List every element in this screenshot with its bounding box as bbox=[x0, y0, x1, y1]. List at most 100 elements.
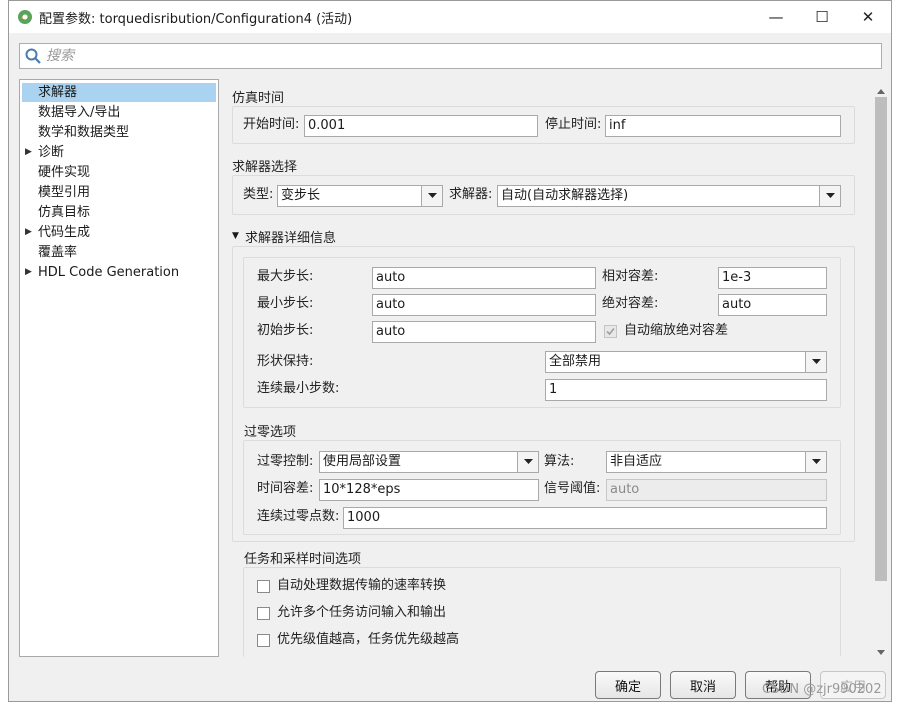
chevron-down-icon[interactable] bbox=[805, 352, 826, 372]
start-time-label: 开始时间: bbox=[243, 117, 300, 132]
search-icon bbox=[25, 48, 41, 68]
maximize-icon: ☐ bbox=[815, 8, 829, 26]
init-step-label: 初始步长: bbox=[257, 323, 314, 338]
solver-dropdown-value: 自动(自动求解器选择) bbox=[501, 188, 629, 203]
expand-arrow-icon[interactable]: ▶ bbox=[25, 223, 32, 242]
maximize-button[interactable]: ☐ bbox=[799, 1, 845, 33]
matlab-app-icon bbox=[17, 9, 33, 29]
ok-button[interactable]: 确定 bbox=[595, 671, 661, 699]
window-title: 配置参数: torquedisribution/Configuration4 (… bbox=[39, 12, 353, 27]
tree-item-data-import-export[interactable]: 数据导入/导出 bbox=[22, 103, 216, 122]
tree-item-label: HDL Code Generation bbox=[38, 265, 180, 280]
init-step-field[interactable]: auto bbox=[372, 321, 596, 343]
consec-min-steps-field[interactable]: 1 bbox=[545, 379, 827, 401]
title-bar: 配置参数: torquedisribution/Configuration4 (… bbox=[9, 1, 891, 33]
type-dropdown-value: 变步长 bbox=[281, 188, 321, 203]
zc-control-value: 使用局部设置 bbox=[323, 454, 402, 469]
stop-time-label: 停止时间: bbox=[545, 117, 602, 132]
zc-control-label: 过零控制: bbox=[257, 454, 314, 469]
shape-label: 形状保持: bbox=[257, 354, 314, 369]
close-icon: ✕ bbox=[861, 8, 875, 26]
tree-item-solver[interactable]: 求解器 bbox=[22, 83, 216, 102]
settings-panel: 仿真时间 开始时间: 0.001 停止时间: inf 求解器选择 类型: 变步长… bbox=[229, 79, 883, 657]
tree-item-hardware[interactable]: 硬件实现 bbox=[22, 163, 216, 182]
auto-scale-checkbox[interactable] bbox=[604, 325, 617, 338]
chevron-down-icon[interactable] bbox=[517, 452, 538, 472]
solver-dropdown[interactable]: 自动(自动求解器选择) bbox=[497, 185, 841, 207]
scroll-down-arrow-icon[interactable] bbox=[877, 645, 885, 660]
priority-label: 优先级值越高，任务优先级越高 bbox=[277, 632, 460, 647]
tree-item-label: 数学和数据类型 bbox=[38, 125, 130, 140]
vertical-scrollbar[interactable] bbox=[873, 79, 889, 657]
tree-item-label: 求解器 bbox=[38, 85, 78, 100]
rate-transition-label: 自动处理数据传输的速率转换 bbox=[277, 578, 447, 593]
rel-tol-label: 相对容差: bbox=[602, 269, 659, 284]
section-zero-crossing-title: 过零选项 bbox=[244, 425, 297, 440]
check-icon bbox=[606, 327, 615, 336]
tree-item-label: 模型引用 bbox=[38, 185, 91, 200]
zc-time-tol-label: 时间容差: bbox=[257, 481, 314, 496]
tree-item-label: 覆盖率 bbox=[38, 245, 78, 260]
section-sim-time-title: 仿真时间 bbox=[232, 91, 285, 106]
category-tree: 求解器 数据导入/导出 数学和数据类型 ▶ 诊断 硬件实现 模型引用 仿真目标 … bbox=[19, 79, 219, 657]
zc-algo-dropdown[interactable]: 非自适应 bbox=[606, 451, 827, 473]
cancel-button[interactable]: 取消 bbox=[670, 671, 736, 699]
solver-label: 求解器: bbox=[449, 187, 493, 202]
tree-item-coverage[interactable]: 覆盖率 bbox=[22, 243, 216, 262]
max-step-label: 最大步长: bbox=[257, 269, 314, 284]
minimize-button[interactable]: — bbox=[753, 1, 799, 33]
expand-arrow-icon[interactable]: ▶ bbox=[25, 143, 32, 162]
consec-min-steps-label: 连续最小步数: bbox=[257, 381, 340, 396]
tree-item-label: 代码生成 bbox=[38, 225, 91, 240]
start-time-field[interactable]: 0.001 bbox=[304, 115, 538, 137]
expand-arrow-icon[interactable]: ▶ bbox=[25, 263, 32, 282]
section-solver-details-title: 求解器详细信息 bbox=[245, 231, 337, 246]
watermark: CSDN @zjr990202 bbox=[762, 682, 882, 697]
tree-item-hdl-code-generation[interactable]: ▶ HDL Code Generation bbox=[22, 263, 216, 282]
chevron-down-icon[interactable] bbox=[819, 186, 840, 206]
priority-checkbox[interactable] bbox=[257, 634, 270, 647]
signal-threshold-label: 信号阈值: bbox=[544, 481, 601, 496]
scrollbar-thumb[interactable] bbox=[875, 97, 887, 581]
max-step-field[interactable]: auto bbox=[372, 267, 596, 289]
abs-tol-field[interactable]: auto bbox=[718, 294, 827, 316]
scroll-up-arrow-icon[interactable] bbox=[877, 83, 885, 98]
collapse-arrow-icon[interactable]: ▼ bbox=[232, 231, 239, 241]
stop-time-field[interactable]: inf bbox=[605, 115, 841, 137]
chevron-down-icon[interactable] bbox=[421, 186, 442, 206]
min-step-label: 最小步长: bbox=[257, 296, 314, 311]
auto-scale-label: 自动缩放绝对容差 bbox=[624, 323, 729, 338]
tree-item-label: 数据导入/导出 bbox=[38, 105, 121, 120]
zc-time-tol-field[interactable]: 10*128*eps bbox=[319, 479, 539, 501]
tree-item-math-data-types[interactable]: 数学和数据类型 bbox=[22, 123, 216, 142]
search-input[interactable] bbox=[46, 46, 866, 66]
section-tasks-title: 任务和采样时间选项 bbox=[244, 552, 362, 567]
tree-item-label: 硬件实现 bbox=[38, 165, 91, 180]
tree-item-label: 诊断 bbox=[38, 145, 65, 160]
section-solver-select-title: 求解器选择 bbox=[232, 160, 298, 175]
tree-item-label: 仿真目标 bbox=[38, 205, 91, 220]
tree-item-diagnostics[interactable]: ▶ 诊断 bbox=[22, 143, 216, 162]
multitask-io-label: 允许多个任务访问输入和输出 bbox=[277, 605, 447, 620]
tree-item-model-reference[interactable]: 模型引用 bbox=[22, 183, 216, 202]
multitask-io-checkbox[interactable] bbox=[257, 607, 270, 620]
search-box[interactable] bbox=[19, 43, 882, 69]
zc-algo-label: 算法: bbox=[544, 454, 575, 469]
abs-tol-label: 绝对容差: bbox=[602, 296, 659, 311]
zc-control-dropdown[interactable]: 使用局部设置 bbox=[319, 451, 539, 473]
zc-algo-value: 非自适应 bbox=[610, 454, 663, 469]
shape-dropdown-value: 全部禁用 bbox=[549, 354, 602, 369]
rate-transition-checkbox[interactable] bbox=[257, 580, 270, 593]
consec-zc-label: 连续过零点数: bbox=[257, 509, 340, 524]
type-label: 类型: bbox=[243, 187, 274, 202]
close-button[interactable]: ✕ bbox=[845, 1, 891, 33]
rel-tol-field[interactable]: 1e-3 bbox=[718, 267, 827, 289]
minimize-icon: — bbox=[768, 8, 784, 26]
consec-zc-field[interactable]: 1000 bbox=[343, 507, 827, 529]
tree-item-code-generation[interactable]: ▶ 代码生成 bbox=[22, 223, 216, 242]
tree-item-sim-target[interactable]: 仿真目标 bbox=[22, 203, 216, 222]
type-dropdown[interactable]: 变步长 bbox=[277, 185, 443, 207]
shape-dropdown[interactable]: 全部禁用 bbox=[545, 351, 827, 373]
min-step-field[interactable]: auto bbox=[372, 294, 596, 316]
chevron-down-icon[interactable] bbox=[805, 452, 826, 472]
